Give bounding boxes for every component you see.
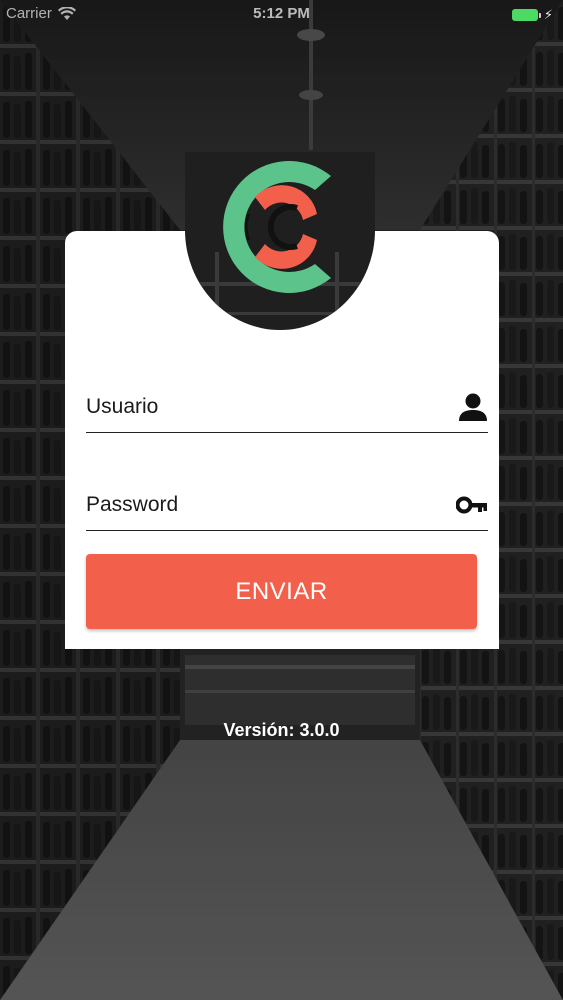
login-screen: Carrier 5:12 PM ⚡ Usuario ENVIAR Versión…	[0, 0, 563, 1000]
charging-bolt-icon: ⚡	[543, 7, 553, 22]
app-logo	[223, 161, 331, 293]
submit-button[interactable]: ENVIAR	[86, 554, 477, 629]
user-icon	[454, 390, 488, 424]
status-time: 5:12 PM	[253, 5, 310, 22]
battery-indicator: ⚡	[511, 7, 553, 23]
username-field[interactable]	[86, 382, 488, 433]
password-field[interactable]	[86, 480, 488, 531]
username-input[interactable]	[86, 387, 454, 427]
password-input[interactable]	[86, 485, 454, 525]
key-icon	[454, 488, 488, 522]
status-bar: Carrier 5:12 PM ⚡	[0, 0, 563, 30]
version-label: Versión: 3.0.0	[223, 720, 340, 740]
battery-icon	[511, 9, 541, 21]
